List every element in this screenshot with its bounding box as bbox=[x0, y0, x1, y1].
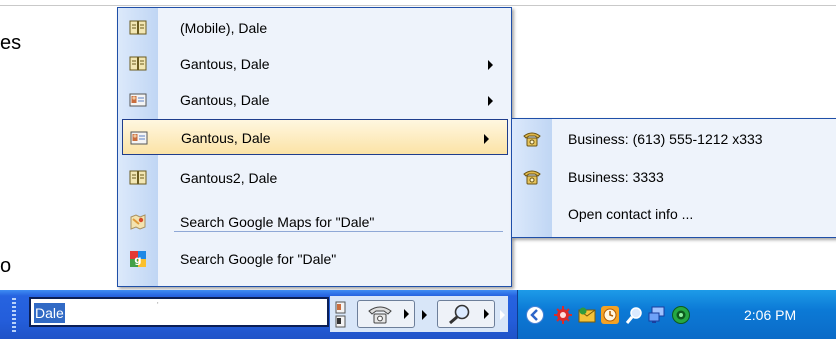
menu-item-label: Gantous, Dale bbox=[180, 92, 270, 108]
show-hidden-icon[interactable] bbox=[525, 305, 545, 325]
svg-text:g: g bbox=[134, 255, 141, 266]
menu-item-gantous-dale-2[interactable]: Gantous, Dale bbox=[118, 82, 511, 118]
tick-mark-icon: ' bbox=[157, 301, 159, 310]
display-icon[interactable] bbox=[647, 305, 667, 325]
menu-item-label: Gantous, Dale bbox=[181, 130, 271, 146]
address-book-icon bbox=[129, 56, 147, 71]
magnifier-icon bbox=[449, 304, 470, 325]
dial-phone-button[interactable] bbox=[357, 300, 415, 328]
menu-item-gantous-dale-1[interactable]: Gantous, Dale bbox=[118, 46, 511, 82]
menu-item-search-google-maps[interactable]: Search Google Maps for "Dale" bbox=[118, 204, 511, 240]
submenu-item-label: Business: 3333 bbox=[568, 169, 664, 185]
dropdown-arrow-icon bbox=[404, 309, 409, 319]
contact-card-icon bbox=[129, 93, 147, 107]
submenu-item-label: Open contact info ... bbox=[568, 206, 694, 222]
clock-icon[interactable] bbox=[600, 305, 620, 325]
search-input[interactable]: Dale ' bbox=[29, 297, 329, 327]
menu-item-gantous2-dale[interactable]: Gantous2, Dale bbox=[118, 160, 511, 196]
google-maps-icon bbox=[130, 214, 146, 230]
contact-card-icon[interactable] bbox=[334, 300, 352, 330]
separator-arrow-icon bbox=[422, 310, 427, 320]
address-book-icon bbox=[129, 20, 147, 35]
search-button[interactable] bbox=[437, 300, 495, 328]
menu-item-mobile-dale[interactable]: (Mobile), Dale bbox=[118, 10, 511, 46]
submenu-arrow-icon bbox=[488, 96, 493, 106]
phone-icon bbox=[523, 170, 541, 185]
search-input-value: Dale bbox=[34, 303, 65, 323]
menu-item-gantous-dale-selected[interactable]: Gantous, Dale bbox=[122, 119, 508, 155]
phone-icon bbox=[368, 306, 392, 324]
search-icon[interactable] bbox=[624, 305, 644, 325]
google-icon: g bbox=[130, 251, 146, 267]
contact-context-menu: (Mobile), Dale Gantous, Dale Gantous, Da… bbox=[117, 7, 512, 287]
security-icon[interactable] bbox=[671, 305, 691, 325]
taskbar-clock[interactable]: 2:06 PM bbox=[744, 303, 796, 327]
menu-item-label: Gantous2, Dale bbox=[180, 170, 278, 186]
address-book-icon bbox=[129, 170, 147, 185]
background-text-fragment: es bbox=[0, 32, 22, 54]
toolbar-chevron-icon[interactable] bbox=[500, 310, 505, 320]
menu-item-label: Gantous, Dale bbox=[180, 56, 270, 72]
menu-item-label: Search Google Maps for "Dale" bbox=[180, 214, 375, 230]
contact-details-submenu: Business: (613) 555-1212 x333 Business: … bbox=[511, 118, 836, 238]
toolbar-grip-handle[interactable] bbox=[12, 298, 16, 332]
background-text-fragment: o bbox=[0, 255, 12, 277]
submenu-item-open-contact[interactable]: Open contact info ... bbox=[512, 196, 836, 232]
phone-icon bbox=[523, 132, 541, 147]
contact-card-icon bbox=[130, 131, 148, 145]
submenu-item-business-phone[interactable]: Business: (613) 555-1212 x333 bbox=[512, 121, 836, 157]
submenu-item-business-extension[interactable]: Business: 3333 bbox=[512, 159, 836, 195]
menu-item-label: (Mobile), Dale bbox=[180, 20, 268, 36]
menu-item-search-google[interactable]: g Search Google for "Dale" bbox=[118, 241, 511, 277]
network-icon[interactable] bbox=[553, 305, 573, 325]
window-edge bbox=[0, 0, 836, 6]
submenu-item-label: Business: (613) 555-1212 x333 bbox=[568, 131, 763, 147]
submenu-arrow-icon bbox=[484, 134, 489, 144]
submenu-arrow-icon bbox=[488, 60, 493, 70]
menu-item-label: Search Google for "Dale" bbox=[180, 251, 337, 267]
messenger-icon[interactable] bbox=[577, 305, 597, 325]
dropdown-arrow-icon bbox=[484, 309, 489, 319]
